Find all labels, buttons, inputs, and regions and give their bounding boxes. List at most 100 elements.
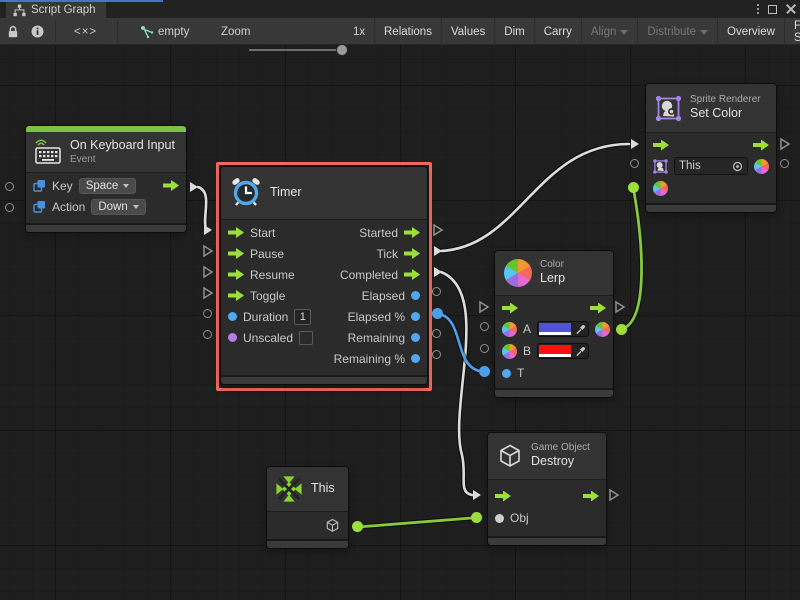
port-timer-resume[interactable] [202,265,214,284]
port-setcolor-target-in[interactable] [630,159,639,168]
port-setcolor-trigger-out[interactable] [779,137,791,156]
node-set-color[interactable]: Sprite Renderer Set Color This [646,84,776,212]
node-category: Sprite Renderer [690,94,761,107]
value-in-port-icon[interactable] [502,369,511,378]
chevron-down-icon [620,30,628,35]
value-out-port-icon[interactable] [411,333,420,342]
port-timer-duration[interactable] [203,309,212,318]
eyedropper-icon[interactable] [573,324,587,335]
node-color-lerp[interactable]: Color Lerp A B T [495,251,613,397]
node-timer[interactable]: Timer Start Started Pause Tick Resume Co… [221,167,427,384]
value-out-port-icon[interactable] [411,291,420,300]
trigger-out-port-icon[interactable] [404,248,420,259]
port-timer-toggle[interactable] [202,286,214,305]
value-in-port-icon[interactable] [228,333,237,342]
trigger-in-port-icon[interactable] [495,491,511,502]
port-timer-elapsed[interactable] [432,287,441,296]
lock-icon[interactable] [7,18,19,45]
color-a-field[interactable] [537,321,589,337]
port-timer-unscaled[interactable] [203,330,212,339]
trigger-in-port-icon[interactable] [228,269,244,280]
relations-button[interactable]: Relations [374,18,441,45]
port-this-out[interactable] [352,521,363,532]
port-setcolor-trigger-in[interactable] [629,137,641,156]
port-timer-pause[interactable] [202,244,214,263]
target-object-field[interactable]: This [674,157,748,175]
port-setcolor-color-in[interactable] [628,182,639,193]
trigger-out-port-icon[interactable] [163,180,179,191]
sprite-renderer-icon [655,95,682,122]
value-in-port-icon[interactable] [495,514,504,523]
titlebar: Script Graph [0,0,800,18]
port-timer-remaining-pct[interactable] [432,350,441,359]
dim-button[interactable]: Dim [494,18,533,45]
port-timer-completed[interactable] [432,265,444,284]
port-keyboard-trigger-out[interactable] [188,180,200,199]
close-icon[interactable] [786,4,796,14]
fullscreen-button[interactable]: Full Screen [784,18,800,45]
trigger-out-port-icon[interactable] [753,140,769,151]
unscaled-checkbox[interactable] [299,331,313,345]
port-lerp-trigger-in[interactable] [478,300,490,319]
info-icon[interactable] [31,18,44,45]
trigger-in-port-icon[interactable] [228,248,244,259]
node-category: Game Object [531,442,590,455]
duration-input[interactable]: 1 [294,309,311,325]
maximize-icon[interactable] [768,5,777,14]
window-menu-icon[interactable] [757,8,759,10]
color-wheel-icon [595,322,610,337]
port-setcolor-value-out[interactable] [780,159,789,168]
value-out-port-icon[interactable] [411,312,420,321]
node-on-keyboard-input[interactable]: On Keyboard Input Event Key Space Action… [26,126,186,232]
port-destroy-trigger-in[interactable] [471,488,483,507]
trigger-out-port-icon[interactable] [404,269,420,280]
code-view-toggle[interactable]: <×> [74,18,97,45]
port-timer-tick[interactable] [432,244,444,263]
node-footer [267,539,348,548]
target-picker-icon[interactable] [732,161,743,172]
t-label: T [517,366,524,380]
trigger-out-port-icon[interactable] [590,303,606,314]
port-timer-start[interactable] [202,223,214,242]
port-timer-remaining[interactable] [432,329,441,338]
node-footer [488,536,606,545]
zoom-slider-track[interactable] [249,49,339,51]
overview-button[interactable]: Overview [717,18,784,45]
carry-button[interactable]: Carry [534,18,581,45]
trigger-in-port-icon[interactable] [502,303,518,314]
trigger-in-port-icon[interactable] [228,227,244,238]
node-destroy[interactable]: Game Object Destroy Obj [488,433,606,545]
node-this[interactable]: This [267,467,348,548]
trigger-out-port-icon[interactable] [583,491,599,502]
graph-pointer-icon [140,18,154,45]
port-timer-started[interactable] [432,223,444,242]
cube-out-port-icon[interactable] [325,518,340,533]
port-lerp-b[interactable] [480,344,489,353]
port-lerp-trigger-out[interactable] [614,300,626,319]
color-b-field[interactable] [537,343,589,359]
trigger-in-port-icon[interactable] [228,290,244,301]
chevron-down-icon [123,184,129,188]
port-lerp-t[interactable] [479,366,490,377]
port-action-in[interactable] [5,203,14,212]
port-destroy-obj-in[interactable] [471,512,482,523]
obj-label: Obj [510,511,529,525]
value-out-port-icon[interactable] [411,354,420,363]
port-destroy-trigger-out[interactable] [608,488,620,507]
port-lerp-a[interactable] [480,322,489,331]
port-timer-elapsed-pct[interactable] [432,308,443,319]
tab-script-graph[interactable]: Script Graph [6,2,106,18]
trigger-out-port-icon[interactable] [404,227,420,238]
port-lerp-color-out[interactable] [616,324,627,335]
node-title: Set Color [690,106,761,122]
trigger-in-port-icon[interactable] [653,140,669,151]
zoom-label: Zoom [221,18,250,45]
eyedropper-icon[interactable] [573,346,587,357]
key-dropdown[interactable]: Space [79,178,137,194]
values-button[interactable]: Values [441,18,494,45]
node-title: Lerp [540,271,565,287]
zoom-slider-handle[interactable] [336,44,348,56]
action-dropdown[interactable]: Down [91,199,145,215]
port-key-in[interactable] [5,182,14,191]
value-in-port-icon[interactable] [228,312,237,321]
